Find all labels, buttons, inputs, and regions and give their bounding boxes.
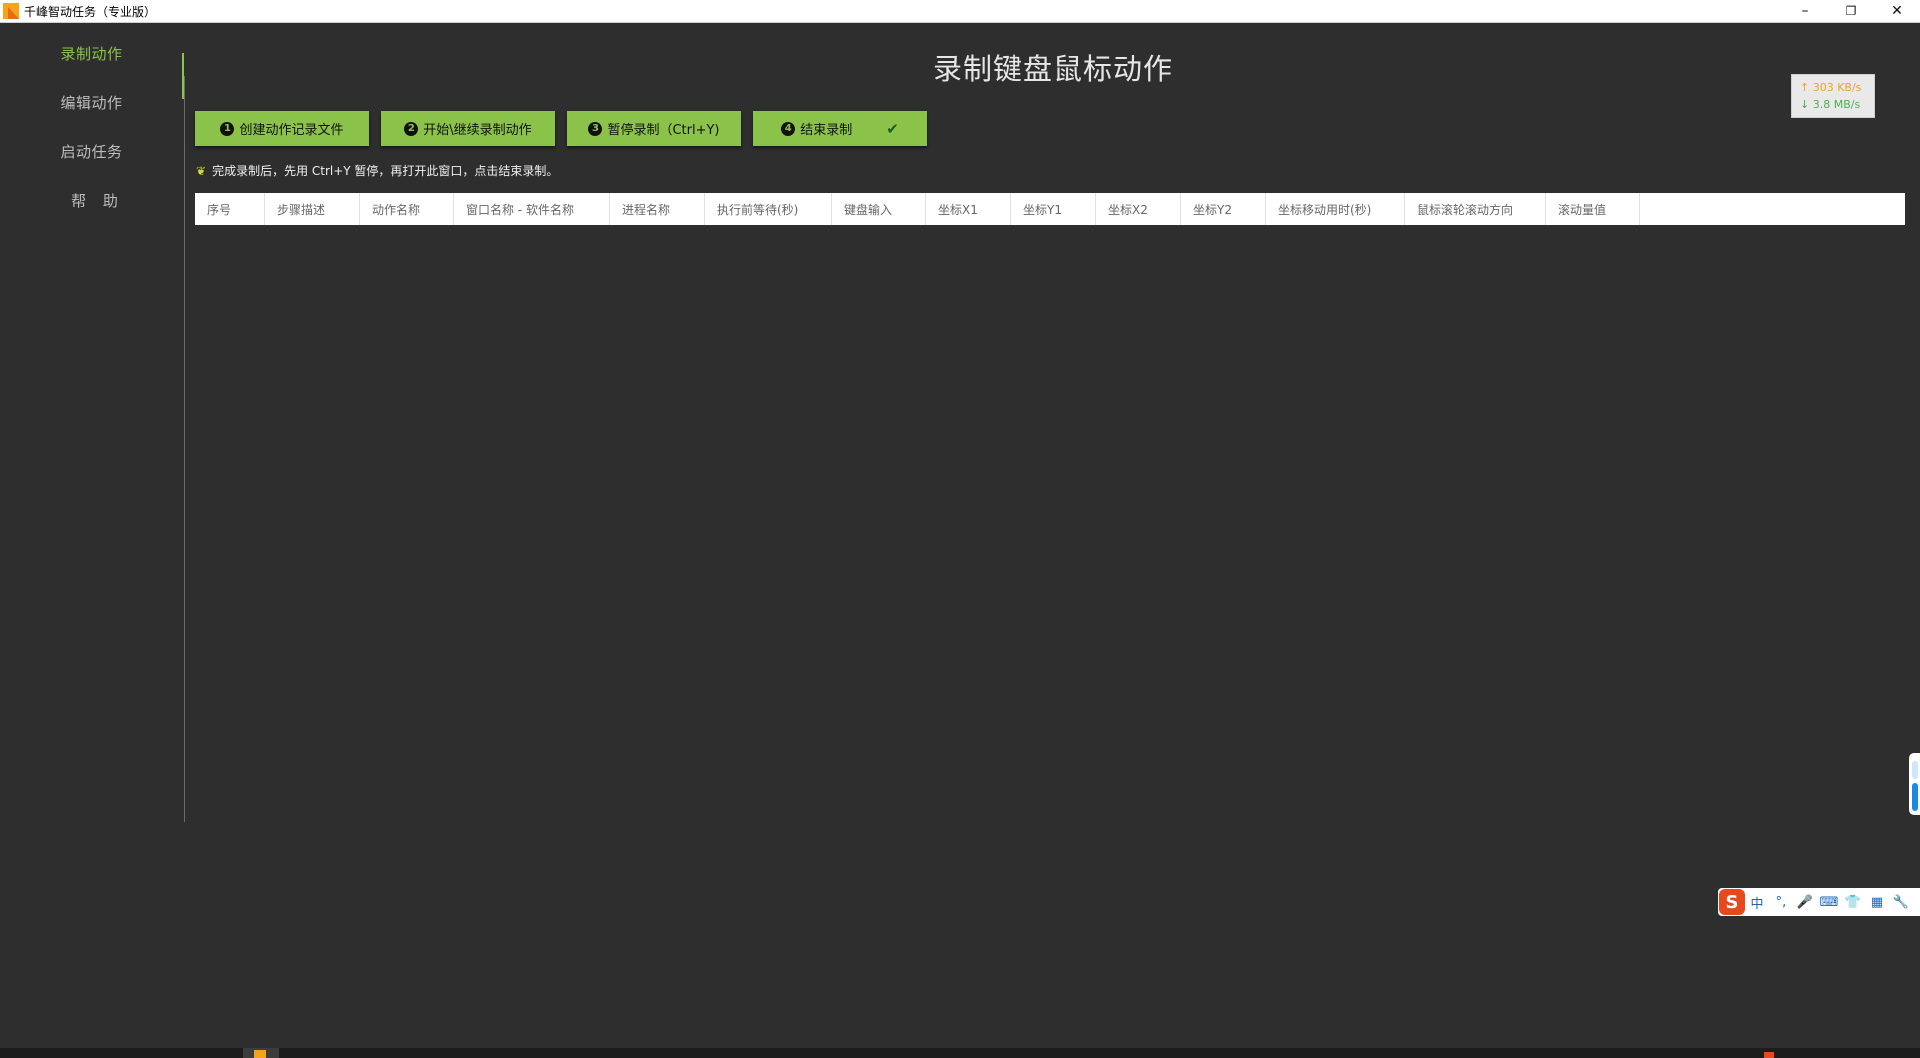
column-header-y1[interactable]: 坐标Y1 — [1011, 193, 1096, 225]
minimize-button[interactable]: – — [1782, 0, 1828, 22]
restore-button[interactable]: ❐ — [1828, 0, 1874, 22]
hint-text: ❦ 完成录制后，先用 Ctrl+Y 暂停，再打开此窗口，点击结束录制。 — [196, 162, 558, 179]
tools-icon[interactable]: 🔧 — [1889, 895, 1913, 910]
microphone-icon[interactable]: 🎤 — [1793, 895, 1817, 910]
app-logo-icon — [3, 3, 19, 19]
button-label: 开始\继续录制动作 — [423, 123, 532, 138]
step-number-icon: 4 — [781, 121, 796, 136]
column-header-process-name[interactable]: 进程名称 — [610, 193, 705, 225]
column-header-keyboard-input[interactable]: 键盘输入 — [832, 193, 926, 225]
column-header-x2[interactable]: 坐标X2 — [1096, 193, 1181, 225]
sprout-icon: ❦ — [196, 163, 207, 178]
column-header-index[interactable]: 序号 — [195, 193, 265, 225]
sidebar-item-help[interactable]: 帮 助 — [0, 180, 183, 220]
column-header-action-name[interactable]: 动作名称 — [360, 193, 454, 225]
window-title: 千峰智动任务（专业版） — [24, 4, 157, 19]
taskbar — [0, 1048, 1920, 1058]
table-header: 序号 步骤描述 动作名称 窗口名称 - 软件名称 进程名称 执行前等待(秒) 键… — [195, 193, 1905, 225]
upload-speed: ↑ 303 KB/s — [1800, 81, 1862, 94]
column-header-step-desc[interactable]: 步骤描述 — [265, 193, 360, 225]
check-icon: ✔ — [886, 119, 899, 138]
step-number-icon: 1 — [220, 121, 235, 136]
column-header-y2[interactable]: 坐标Y2 — [1181, 193, 1266, 225]
column-header-window-name[interactable]: 窗口名称 - 软件名称 — [454, 193, 610, 225]
sidebar-divider — [184, 76, 185, 822]
keyboard-icon[interactable]: ⌨ — [1817, 895, 1841, 910]
sidebar-item-launch[interactable]: 启动任务 — [0, 131, 183, 171]
page-title: 录制键盘鼠标动作 — [932, 52, 1173, 86]
taskbar-app-icon — [254, 1050, 266, 1058]
hint-label: 完成录制后，先用 Ctrl+Y 暂停，再打开此窗口，点击结束录制。 — [212, 164, 559, 178]
start-record-button[interactable]: 2 开始\继续录制动作 — [381, 111, 555, 146]
column-header-x1[interactable]: 坐标X1 — [926, 193, 1011, 225]
column-header-wheel-direction[interactable]: 鼠标滚轮滚动方向 — [1405, 193, 1546, 225]
toolbox-icon[interactable]: ▦ — [1865, 895, 1889, 910]
scroll-widget-fill — [1912, 783, 1918, 811]
button-label: 暂停录制（Ctrl+Y) — [607, 123, 720, 138]
sogou-logo-icon[interactable]: S — [1719, 889, 1745, 915]
step-number-icon: 3 — [588, 121, 603, 136]
button-label: 创建动作记录文件 — [239, 123, 344, 138]
side-scroll-widget[interactable] — [1909, 753, 1920, 815]
create-record-file-button[interactable]: 1 创建动作记录文件 — [195, 111, 369, 146]
taskbar-tray-icon — [1764, 1052, 1774, 1058]
skin-icon[interactable]: 👕 — [1841, 895, 1865, 910]
title-bar: 千峰智动任务（专业版） – ❐ ✕ — [0, 0, 1920, 23]
end-record-button[interactable]: 4 结束录制 ✔ — [753, 111, 927, 146]
column-header-wait-before[interactable]: 执行前等待(秒) — [705, 193, 832, 225]
ime-toolbar: S 中 °, 🎤 ⌨ 👕 ▦ 🔧 — [1718, 888, 1920, 916]
close-button[interactable]: ✕ — [1874, 0, 1920, 22]
sidebar: 录制动作 编辑动作 启动任务 帮 助 — [0, 23, 184, 823]
download-speed: ↓ 3.8 MB/s — [1800, 98, 1861, 111]
button-label: 结束录制 — [800, 123, 853, 138]
pause-record-button[interactable]: 3 暂停录制（Ctrl+Y) — [567, 111, 741, 146]
window-controls: – ❐ ✕ — [1782, 0, 1920, 22]
column-header-move-time[interactable]: 坐标移动用时(秒) — [1266, 193, 1405, 225]
network-speed-widget[interactable]: ↑ 303 KB/s ↓ 3.8 MB/s — [1791, 74, 1875, 118]
chinese-mode-icon[interactable]: 中 — [1745, 893, 1769, 912]
punctuation-icon[interactable]: °, — [1769, 895, 1793, 910]
column-header-scroll-amount[interactable]: 滚动量值 — [1546, 193, 1640, 225]
step-number-icon: 2 — [404, 121, 419, 136]
sidebar-item-record[interactable]: 录制动作 — [0, 33, 183, 73]
scroll-widget-top — [1912, 761, 1918, 779]
sidebar-item-edit[interactable]: 编辑动作 — [0, 82, 183, 122]
